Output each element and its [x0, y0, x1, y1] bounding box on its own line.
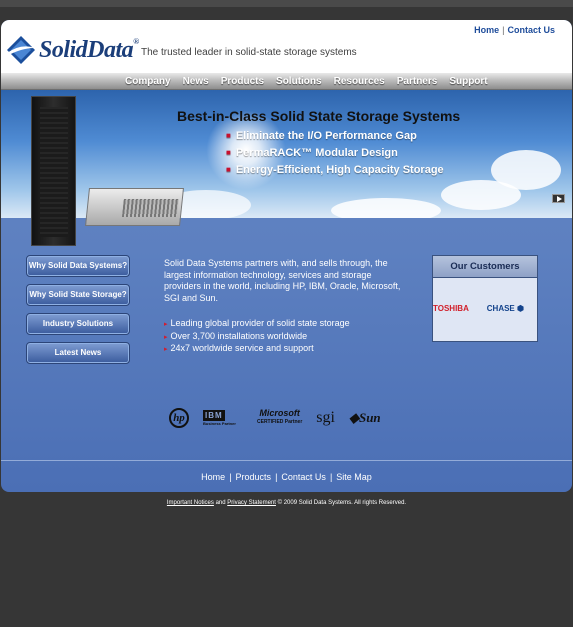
solid-data-logo-icon: [7, 36, 35, 64]
nav-item-support[interactable]: Support: [449, 76, 487, 87]
sun-diamond-icon: ◆: [348, 410, 359, 425]
bullet-icon: ▸: [164, 333, 168, 341]
top-strip: [0, 0, 573, 7]
separator: |: [502, 25, 505, 35]
nav-item-solutions[interactable]: Solutions: [276, 76, 322, 87]
storage-rack-image: [31, 96, 76, 246]
nav-item-resources[interactable]: Resources: [334, 76, 385, 87]
footer-link-products[interactable]: Products: [236, 472, 272, 482]
list-item: ▸ 24x7 worldwide service and support: [164, 343, 314, 353]
footer-link-home[interactable]: Home: [201, 472, 225, 482]
nav-item-products[interactable]: Products: [221, 76, 264, 87]
hero-banner: Best-in-Class Solid State Storage System…: [1, 90, 572, 218]
bullet-icon: ■: [226, 131, 231, 140]
copyright: Important Notices and Privacy Statement …: [166, 500, 407, 506]
customers-title: Our Customers: [433, 256, 537, 278]
top-link-contact[interactable]: Contact Us: [507, 25, 555, 35]
play-icon[interactable]: [552, 194, 565, 203]
feature-list: ▸ Leading global provider of solid state …: [164, 318, 350, 356]
hero-bullet: ■ Eliminate the I/O Performance Gap: [226, 130, 417, 142]
partner-logos: hp IBM Business Partner Microsoft CERTIFIE…: [169, 408, 395, 428]
why-solid-state-button[interactable]: Why Solid State Storage?: [26, 284, 130, 306]
footer-link-contact[interactable]: Contact Us: [281, 472, 326, 482]
list-item: ▸ Leading global provider of solid state …: [164, 318, 350, 328]
page-card: SolidData® The trusted leader in solid-s…: [1, 20, 572, 492]
hero-title: Best-in-Class Solid State Storage System…: [177, 108, 461, 124]
sgi-logo[interactable]: sgi: [316, 409, 335, 427]
header: SolidData® The trusted leader in solid-s…: [1, 20, 572, 76]
microsoft-logo[interactable]: Microsoft CERTIFIED Partner: [257, 409, 302, 427]
chase-octagon-icon: ⬢: [517, 304, 524, 313]
hero-bullets: ■ Eliminate the I/O Performance Gap ■ Perm…: [226, 130, 444, 181]
latest-news-button[interactable]: Latest News: [26, 342, 130, 364]
industry-solutions-button[interactable]: Industry Solutions: [26, 313, 130, 335]
sidebar: Why Solid Data Systems? Why Solid State …: [26, 255, 130, 371]
customers-box: Our Customers TOSHIBA CHASE ⬢: [432, 255, 538, 342]
top-link-home[interactable]: Home: [474, 25, 499, 35]
main-nav: Company News Products Solutions Resource…: [1, 72, 572, 90]
top-links: Home | Contact Us: [474, 25, 555, 35]
footer-divider: [1, 460, 572, 461]
hp-logo[interactable]: hp: [169, 408, 189, 428]
bullet-icon: ▸: [164, 321, 168, 328]
hero-bullet: ■ Energy-Efficient, High Capacity Storage: [226, 164, 444, 176]
nav-item-company[interactable]: Company: [125, 76, 171, 87]
sun-logo[interactable]: ◆Sun: [349, 410, 381, 426]
cloud: [491, 150, 561, 190]
privacy-statement-link[interactable]: Privacy Statement: [227, 500, 276, 506]
logo[interactable]: SolidData®: [5, 34, 139, 66]
logo-text: SolidData®: [39, 36, 139, 63]
intro-text: Solid Data Systems partners with, and se…: [164, 258, 401, 303]
important-notices-link[interactable]: Important Notices: [167, 500, 214, 506]
bullet-icon: ■: [226, 148, 231, 157]
hero-bullet: ■ PermaRACK™ Modular Design: [226, 147, 398, 159]
bullet-icon: ▸: [164, 346, 168, 353]
why-solid-data-button[interactable]: Why Solid Data Systems?: [26, 255, 130, 277]
storage-server-image: [85, 188, 184, 226]
cloud: [331, 198, 441, 218]
footer-links: Home | Products | Contact Us | Site Map: [201, 472, 372, 482]
nav-item-news[interactable]: News: [183, 76, 209, 87]
toshiba-logo[interactable]: TOSHIBA: [433, 304, 469, 313]
footer-link-sitemap[interactable]: Site Map: [336, 472, 372, 482]
chase-logo[interactable]: CHASE ⬢: [487, 304, 524, 313]
ibm-logo[interactable]: IBM Business Partner: [203, 410, 243, 426]
tagline: The trusted leader in solid-state storag…: [141, 47, 357, 58]
list-item: ▸ Over 3,700 installations worldwide: [164, 330, 308, 341]
bullet-icon: ■: [226, 165, 231, 174]
nav-item-partners[interactable]: Partners: [397, 76, 438, 87]
